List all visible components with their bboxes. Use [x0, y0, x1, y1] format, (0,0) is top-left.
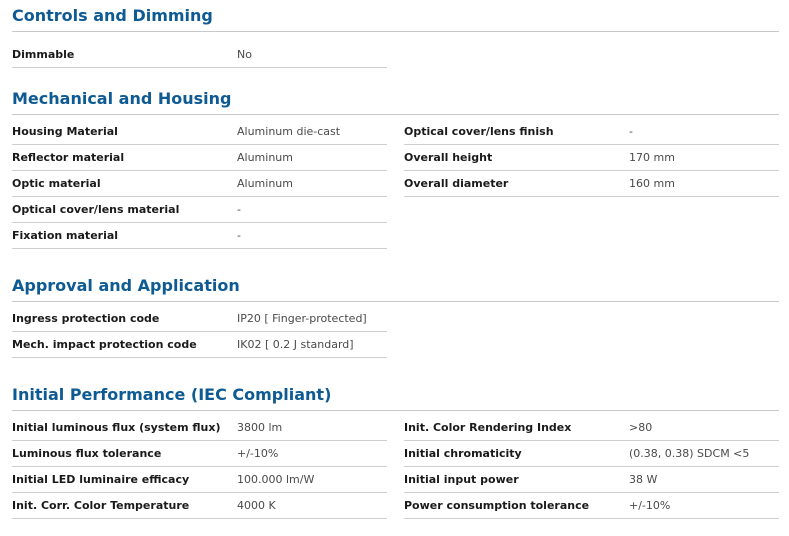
- spec-column-left: Dimmable No: [12, 42, 387, 68]
- spec-row: Power consumption tolerance +/-10%: [404, 493, 779, 519]
- spec-label: Optic material: [12, 177, 101, 190]
- spec-label: Housing Material: [12, 125, 118, 138]
- spec-label: Optical cover/lens finish: [404, 125, 554, 138]
- spec-row: Optic material Aluminum: [12, 171, 387, 197]
- spec-row: Initial chromaticity (0.38, 0.38) SDCM <…: [404, 441, 779, 467]
- section-divider: [12, 301, 779, 302]
- spec-column-left: Initial luminous flux (system flux) 3800…: [12, 415, 387, 519]
- spec-value: Aluminum: [237, 151, 293, 164]
- spec-label: Initial luminous flux (system flux): [12, 421, 221, 434]
- spec-row: Init. Color Rendering Index >80: [404, 415, 779, 441]
- spec-row: Initial input power 38 W: [404, 467, 779, 493]
- spec-value: +/-10%: [237, 447, 279, 460]
- spec-row: Initial LED luminaire efficacy 100.000 l…: [12, 467, 387, 493]
- spec-label: Overall diameter: [404, 177, 509, 190]
- spec-label: Fixation material: [12, 229, 119, 242]
- spec-label: Init. Color Rendering Index: [404, 421, 572, 434]
- spec-value: 3800 lm: [237, 421, 283, 434]
- spec-label: Dimmable: [12, 48, 75, 61]
- spec-value: 170 mm: [629, 151, 675, 164]
- section-title: Initial Performance (IEC Compliant): [12, 385, 332, 404]
- spec-value: -: [237, 203, 241, 216]
- spec-row: Housing Material Aluminum die-cast: [12, 119, 387, 145]
- spec-label: Power consumption tolerance: [404, 499, 590, 512]
- spec-value: (0.38, 0.38) SDCM <5: [629, 447, 750, 460]
- spec-row: Overall diameter 160 mm: [404, 171, 779, 197]
- spec-row: Ingress protection code IP20 [ Finger-pr…: [12, 306, 387, 332]
- spec-row: Initial luminous flux (system flux) 3800…: [12, 415, 387, 441]
- spec-value: Aluminum die-cast: [237, 125, 341, 138]
- spec-label: Initial input power: [404, 473, 519, 486]
- section-title: Mechanical and Housing: [12, 89, 232, 108]
- section-divider: [12, 31, 779, 32]
- spec-value: 100.000 lm/W: [237, 473, 315, 486]
- spec-value: -: [629, 125, 633, 138]
- spec-label: Init. Corr. Color Temperature: [12, 499, 190, 512]
- spec-column-right: Init. Color Rendering Index >80 Initial …: [404, 415, 779, 519]
- section-title: Approval and Application: [12, 276, 240, 295]
- spec-value: IK02 [ 0.2 J standard]: [237, 338, 354, 351]
- spec-value: 38 W: [629, 473, 658, 486]
- spec-value: +/-10%: [629, 499, 671, 512]
- spec-row: Luminous flux tolerance +/-10%: [12, 441, 387, 467]
- spec-label: Initial chromaticity: [404, 447, 522, 460]
- spec-label: Luminous flux tolerance: [12, 447, 162, 460]
- spec-label: Initial LED luminaire efficacy: [12, 473, 190, 486]
- spec-label: Ingress protection code: [12, 312, 160, 325]
- section-divider: [12, 410, 779, 411]
- spec-label: Overall height: [404, 151, 493, 164]
- section-divider: [12, 114, 779, 115]
- spec-column-left: Housing Material Aluminum die-cast Refle…: [12, 119, 387, 249]
- spec-label: Reflector material: [12, 151, 125, 164]
- spec-label: Optical cover/lens material: [12, 203, 180, 216]
- spec-value: -: [237, 229, 241, 242]
- spec-value: 4000 K: [237, 499, 276, 512]
- spec-row: Mech. impact protection code IK02 [ 0.2 …: [12, 332, 387, 358]
- spec-row: Dimmable No: [12, 42, 387, 68]
- spec-value: Aluminum: [237, 177, 293, 190]
- section-title: Controls and Dimming: [12, 6, 213, 25]
- spec-value: IP20 [ Finger-protected]: [237, 312, 367, 325]
- spec-value: 160 mm: [629, 177, 675, 190]
- spec-row: Init. Corr. Color Temperature 4000 K: [12, 493, 387, 519]
- spec-row: Reflector material Aluminum: [12, 145, 387, 171]
- spec-value: No: [237, 48, 252, 61]
- spec-row: Optical cover/lens material -: [12, 197, 387, 223]
- spec-row: Optical cover/lens finish -: [404, 119, 779, 145]
- spec-row: Fixation material -: [12, 223, 387, 249]
- spec-value: >80: [629, 421, 653, 434]
- spec-row: Overall height 170 mm: [404, 145, 779, 171]
- spec-column-left: Ingress protection code IP20 [ Finger-pr…: [12, 306, 387, 358]
- spec-column-right: Optical cover/lens finish - Overall heig…: [404, 119, 779, 197]
- spec-label: Mech. impact protection code: [12, 338, 197, 351]
